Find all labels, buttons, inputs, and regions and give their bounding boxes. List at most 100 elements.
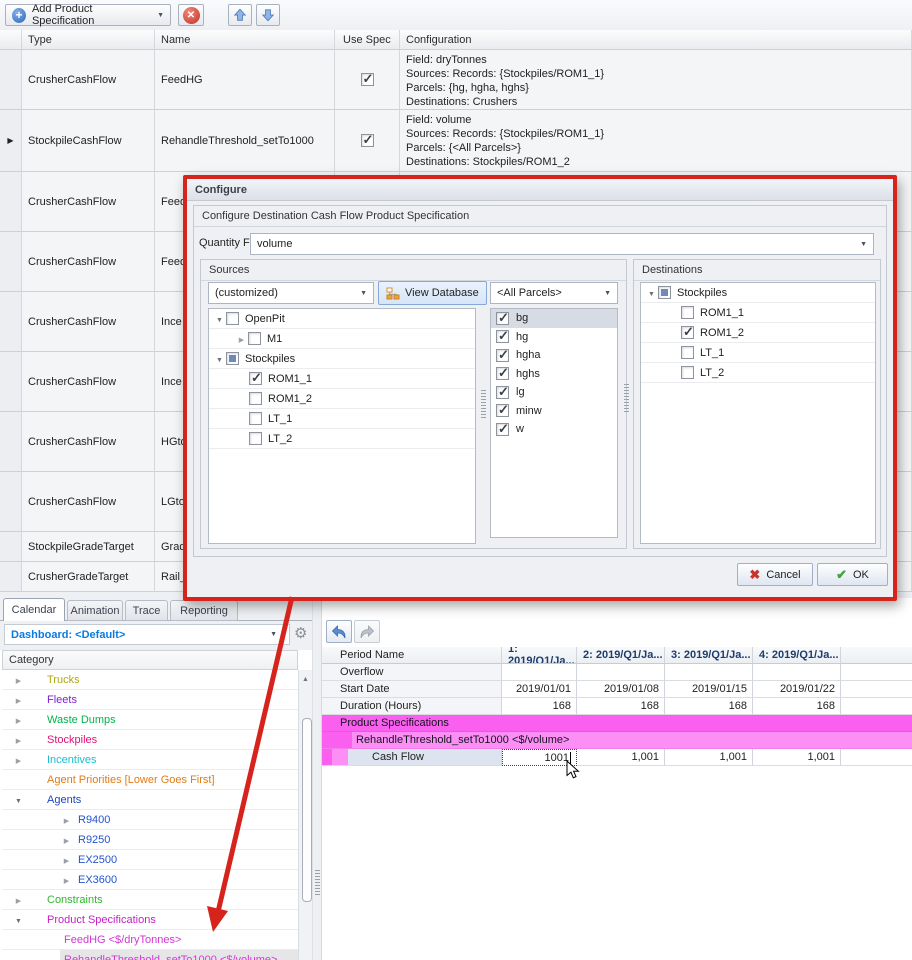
add-product-specification-button[interactable]: + Add Product Specification ▼ — [5, 4, 171, 26]
grid-subgroup-rehandlethreshold[interactable]: RehandleThreshold_setTo1000 <$/volume> — [322, 732, 912, 749]
tree-node-rom1-1[interactable]: ROM1_1 — [641, 303, 875, 323]
tree-item-agents[interactable]: Agents — [2, 790, 298, 810]
panel-splitter[interactable] — [312, 598, 322, 960]
tree-item-rehandlethreshold[interactable]: RehandleThreshold_setTo1000 <$/volume> — [2, 950, 298, 960]
splitter-grip-icon[interactable] — [481, 390, 486, 420]
grid-cell[interactable] — [502, 664, 577, 681]
checkbox[interactable] — [681, 366, 694, 379]
tree-item-constraints[interactable]: Constraints — [2, 890, 298, 910]
grid-cell-editing[interactable]: 1001 — [502, 749, 577, 766]
header-period-3[interactable]: 3: 2019/Q1/Ja... — [665, 647, 753, 664]
header-name[interactable]: Name — [155, 30, 335, 50]
expand-icon[interactable] — [12, 894, 25, 906]
tree-node-rom1-2[interactable]: ROM1_2 — [641, 323, 875, 343]
grid-cell[interactable] — [665, 664, 753, 681]
redo-button[interactable] — [354, 620, 380, 643]
ok-button[interactable]: ✔ OK — [817, 563, 888, 586]
use-spec-checkbox[interactable] — [361, 73, 374, 86]
expand-icon[interactable] — [235, 333, 248, 345]
checkbox-checked[interactable] — [681, 326, 694, 339]
expand-icon[interactable] — [12, 734, 25, 746]
cell-use-spec[interactable] — [335, 50, 400, 110]
tab-animation[interactable]: Animation — [67, 600, 123, 621]
header-configuration[interactable]: Configuration — [400, 30, 912, 50]
collapse-icon[interactable] — [213, 353, 226, 365]
category-scrollbar[interactable]: ▲ — [298, 670, 312, 960]
sources-preset-combo[interactable]: (customized) ▼ — [208, 282, 374, 304]
cancel-button[interactable]: ✖ Cancel — [737, 563, 813, 586]
tree-item-stockpiles[interactable]: Stockpiles — [2, 730, 298, 750]
grid-cell[interactable]: 1,001 — [753, 749, 841, 766]
parcel-item-hgha[interactable]: hgha — [491, 346, 617, 365]
checkbox-checked[interactable] — [496, 404, 509, 417]
tree-node-rom1-2[interactable]: ROM1_2 — [209, 389, 475, 409]
checkbox-partial[interactable] — [658, 286, 671, 299]
scroll-up-icon[interactable]: ▲ — [302, 676, 309, 683]
tree-item-product-specifications[interactable]: Product Specifications — [2, 910, 298, 930]
tab-reporting[interactable]: Reporting — [170, 600, 238, 621]
grid-cell[interactable]: 2019/01/22 — [753, 681, 841, 698]
dashboard-selector[interactable]: Dashboard: <Default> ▼ — [4, 624, 290, 645]
tree-item-fleets[interactable]: Fleets — [2, 690, 298, 710]
splitter-grip-icon[interactable] — [624, 384, 629, 414]
tree-node-stockpiles[interactable]: Stockpiles — [209, 349, 475, 369]
parcel-item-bg[interactable]: bg — [491, 309, 617, 328]
header-type[interactable]: Type — [22, 30, 155, 50]
cell-use-spec[interactable] — [335, 110, 400, 172]
checkbox[interactable] — [681, 306, 694, 319]
checkbox-checked[interactable] — [496, 423, 509, 436]
move-up-button[interactable] — [228, 4, 252, 26]
tree-item-r9400[interactable]: R9400 — [2, 810, 298, 830]
tree-item-ex2500[interactable]: EX2500 — [2, 850, 298, 870]
tab-trace[interactable]: Trace — [125, 600, 168, 621]
gear-icon[interactable]: ⚙ — [294, 624, 307, 642]
category-header[interactable]: Category — [2, 650, 298, 670]
checkbox[interactable] — [226, 312, 239, 325]
tree-node-lt-2[interactable]: LT_2 — [641, 363, 875, 383]
tree-item-waste-dumps[interactable]: Waste Dumps — [2, 710, 298, 730]
checkbox[interactable] — [249, 392, 262, 405]
checkbox-checked[interactable] — [249, 372, 262, 385]
checkbox[interactable] — [681, 346, 694, 359]
tree-item-incentives[interactable]: Incentives — [2, 750, 298, 770]
tree-item-ex3600[interactable]: EX3600 — [2, 870, 298, 890]
tree-item-feedhg[interactable]: FeedHG <$/dryTonnes> — [2, 930, 298, 950]
checkbox-checked[interactable] — [496, 386, 509, 399]
checkbox-checked[interactable] — [496, 312, 509, 325]
expand-icon[interactable] — [60, 814, 73, 826]
header-period-2[interactable]: 2: 2019/Q1/Ja... — [577, 647, 665, 664]
checkbox-partial[interactable] — [226, 352, 239, 365]
expand-icon[interactable] — [60, 854, 73, 866]
tree-node-openpit[interactable]: OpenPit — [209, 309, 475, 329]
tree-node-lt-2[interactable]: LT_2 — [209, 429, 475, 449]
grid-cell[interactable]: 168 — [753, 698, 841, 715]
tree-item-agent-priorities[interactable]: Agent Priorities [Lower Goes First] — [2, 770, 298, 790]
header-period-1[interactable]: 1: 2019/Q1/Ja... — [502, 647, 577, 664]
grid-cell[interactable]: 168 — [577, 698, 665, 715]
header-period-name[interactable]: Period Name — [322, 647, 502, 664]
checkbox[interactable] — [249, 432, 262, 445]
grid-cell[interactable]: 168 — [665, 698, 753, 715]
parcel-item-w[interactable]: w — [491, 420, 617, 439]
collapse-icon[interactable] — [645, 287, 658, 299]
scrollbar-thumb[interactable] — [302, 718, 312, 902]
checkbox[interactable] — [249, 412, 262, 425]
view-database-button[interactable]: View Database — [378, 281, 487, 305]
spec-row-selected[interactable]: ▶ StockpileCashFlow RehandleThreshold_se… — [0, 110, 912, 172]
delete-button[interactable]: ✕ — [178, 4, 204, 26]
grid-cell[interactable] — [753, 664, 841, 681]
expand-icon[interactable] — [12, 694, 25, 706]
expand-icon[interactable] — [12, 714, 25, 726]
grid-cell[interactable]: 2019/01/15 — [665, 681, 753, 698]
expand-icon[interactable] — [12, 754, 25, 766]
tree-node-lt-1[interactable]: LT_1 — [641, 343, 875, 363]
tree-node-stockpiles[interactable]: Stockpiles — [641, 283, 875, 303]
tree-node-rom1-1[interactable]: ROM1_1 — [209, 369, 475, 389]
collapse-icon[interactable] — [12, 914, 25, 926]
header-use-spec[interactable]: Use Spec — [335, 30, 400, 50]
parcel-item-minw[interactable]: minw — [491, 402, 617, 421]
checkbox-checked[interactable] — [496, 330, 509, 343]
use-spec-checkbox[interactable] — [361, 134, 374, 147]
expand-icon[interactable] — [60, 834, 73, 846]
tab-calendar[interactable]: Calendar — [3, 598, 65, 621]
